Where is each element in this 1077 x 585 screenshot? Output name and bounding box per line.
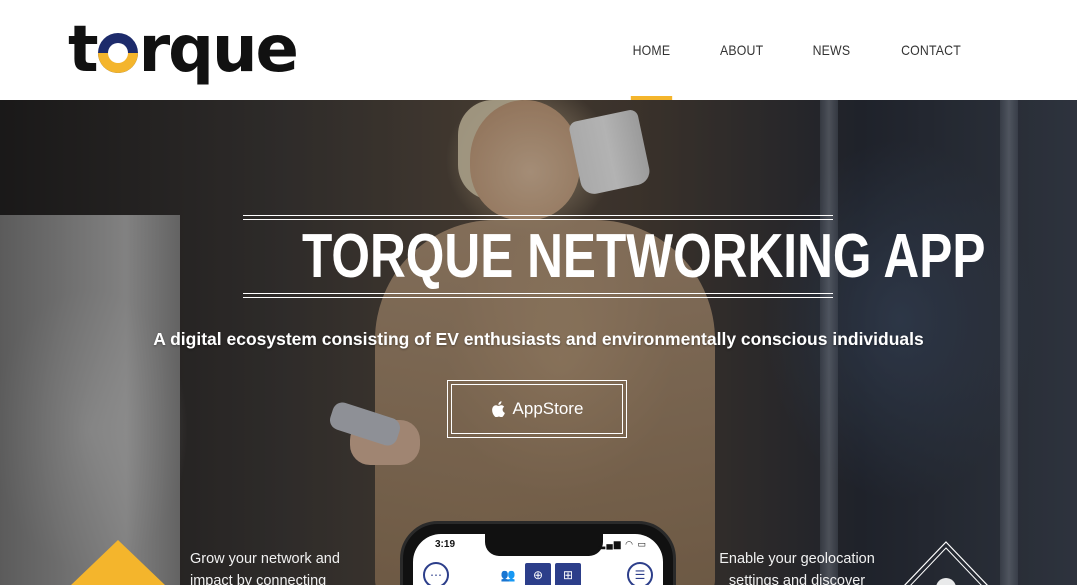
logo-wordmark: t rque (68, 18, 299, 82)
phone-people-icon: 👥 (500, 568, 516, 582)
feature-right-line1: Enable your geolocation (719, 551, 875, 567)
torque-logo[interactable]: t rque (68, 12, 308, 88)
phone-mockup: 3:19 ▂▄▆ ◠ ▭ ⋯ 👥 ⊕ ⊞ ☰ (400, 521, 676, 585)
hero-title: TORQUE NETWORKING APP (302, 222, 986, 291)
appstore-button[interactable]: AppStore (447, 380, 627, 438)
apple-icon (491, 401, 505, 417)
feature-triangle-left (70, 540, 166, 585)
phone-app-bar: ⋯ 👥 ⊕ ⊞ ☰ (413, 560, 663, 585)
logo-text-post: rque (138, 13, 299, 87)
feature-left-line1: Grow your network and (190, 551, 340, 567)
nav-about[interactable]: ABOUT (701, 0, 783, 100)
hero-title-frame: TORQUE NETWORKING APP (243, 215, 986, 298)
phone-status-time: 3:19 (435, 539, 456, 550)
phone-status-icons: ▂▄▆ ◠ ▭ (598, 539, 647, 549)
phone-menu-icon: ⋯ (423, 562, 449, 585)
logo-o-icon (97, 33, 138, 73)
nav-contact[interactable]: CONTACT (882, 0, 981, 100)
logo-text-pre: t (68, 13, 99, 87)
main-nav: HOME ABOUT NEWS CONTACT (608, 0, 987, 100)
feature-left-text: Grow your network and impact by connecti… (190, 548, 370, 585)
phone-compass-icon: ⊕ (525, 563, 551, 585)
feature-left-line2: impact by connecting (190, 573, 327, 585)
phone-map-icon: ⊞ (555, 563, 581, 585)
feature-right-line2: settings and discover (728, 573, 866, 585)
hero-section: TORQUE NETWORKING APP A digital ecosyste… (0, 100, 1077, 585)
feature-right-text: Enable your geolocation settings and dis… (712, 548, 882, 585)
nav-news[interactable]: NEWS (793, 0, 869, 100)
feature-triangle-right-outline (904, 541, 988, 585)
phone-screen: 3:19 ▂▄▆ ◠ ▭ ⋯ 👥 ⊕ ⊞ ☰ (413, 534, 663, 585)
phone-notch (485, 534, 603, 556)
phone-list-icon: ☰ (627, 562, 653, 585)
appstore-label: AppStore (512, 399, 584, 418)
hero-subtitle: A digital ecosystem consisting of EV ent… (153, 329, 924, 349)
nav-home[interactable]: HOME (613, 0, 689, 100)
site-header: t rque HOME ABOUT NEWS CONTACT (0, 0, 1077, 100)
phone-mid-icons: 👥 ⊕ ⊞ (495, 563, 581, 585)
